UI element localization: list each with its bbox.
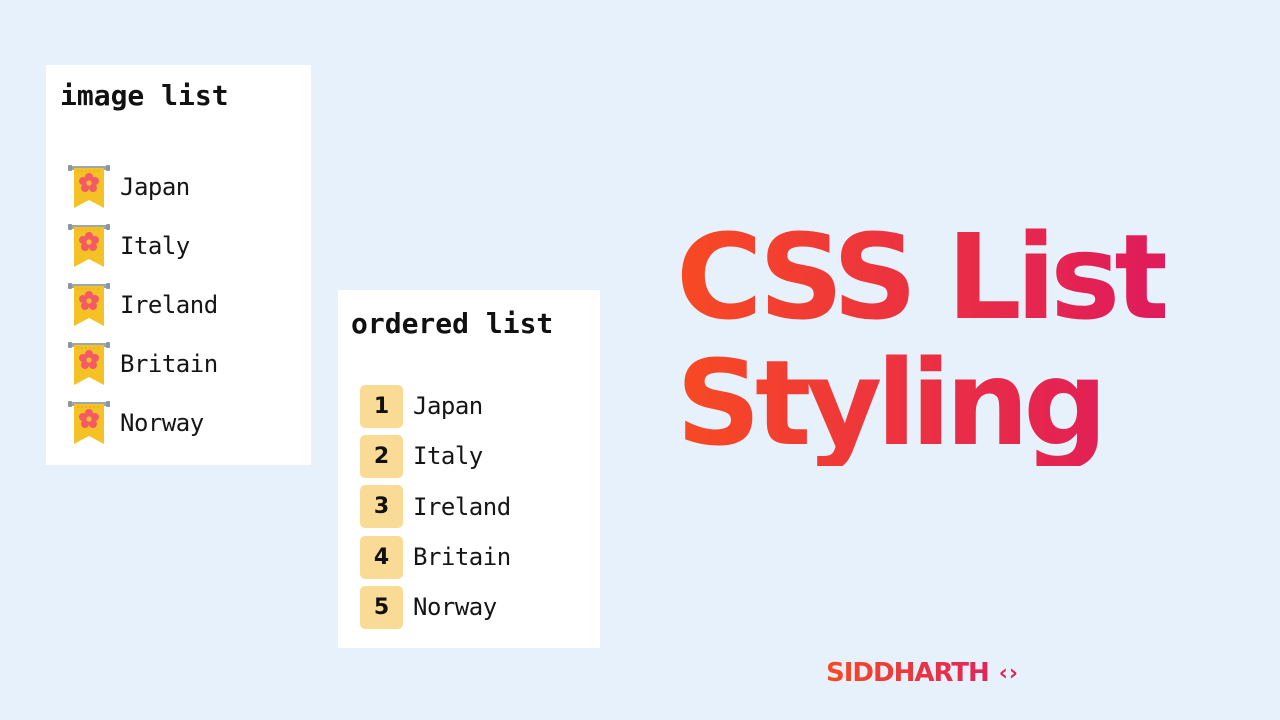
list-item-label: Norway	[120, 408, 204, 437]
list-item: Japan	[68, 157, 218, 216]
number-badge: 4	[360, 535, 403, 579]
list-item-label: Japan	[120, 172, 190, 201]
list-item: Norway	[68, 393, 218, 452]
image-list-card: image list Japan Italy Ireland Britain N…	[46, 65, 311, 465]
number-badge: 2	[360, 434, 403, 478]
flower-banner-icon	[68, 341, 110, 387]
list-item-label: Norway	[413, 593, 497, 622]
list-item-label: Italy	[120, 231, 190, 260]
number-badge: 5	[360, 585, 403, 629]
list-item-label: Italy	[413, 442, 483, 471]
list-item: Italy	[68, 216, 218, 275]
flower-banner-icon	[68, 223, 110, 269]
flower-banner-icon	[68, 282, 110, 328]
list-item-label: Britain	[120, 349, 218, 378]
flower-banner-icon	[68, 400, 110, 446]
list-item-label: Ireland	[120, 290, 218, 319]
list-item: 1 Japan	[360, 381, 511, 431]
brand-logo: SIDDHARTH ‹›	[826, 658, 1019, 688]
hero-title-line-1: CSS List	[676, 208, 1165, 346]
list-item: Britain	[68, 334, 218, 393]
number-badge: 1	[360, 384, 403, 428]
image-list: Japan Italy Ireland Britain Norway	[68, 157, 218, 452]
ordered-list-card: ordered list 1 Japan 2 Italy 3 Ireland 4…	[338, 290, 600, 648]
brand-name: SIDDHARTH	[826, 658, 990, 688]
flower-banner-icon	[68, 164, 110, 210]
list-item-label: Japan	[413, 392, 483, 421]
hero-title-line-2: Styling	[676, 334, 1102, 472]
list-item-label: Ireland	[413, 492, 511, 521]
list-item: 2 Italy	[360, 431, 511, 481]
list-item-label: Britain	[413, 543, 511, 572]
list-item: 5 Norway	[360, 582, 511, 632]
hero-title: CSS List Styling	[676, 214, 1165, 466]
list-item: Ireland	[68, 275, 218, 334]
number-badge: 3	[360, 485, 403, 529]
image-list-title: image list	[60, 79, 229, 112]
ordered-list-title: ordered list	[351, 307, 554, 340]
list-item: 3 Ireland	[360, 482, 511, 532]
ordered-list: 1 Japan 2 Italy 3 Ireland 4 Britain 5 No…	[360, 381, 511, 632]
code-brackets-icon: ‹›	[998, 660, 1019, 686]
list-item: 4 Britain	[360, 532, 511, 582]
